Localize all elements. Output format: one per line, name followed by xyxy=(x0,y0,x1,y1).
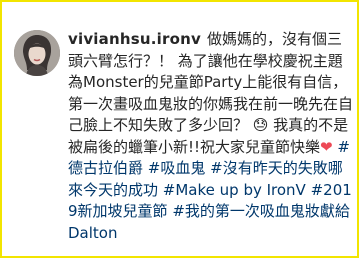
hashtag-link[interactable]: #Make up by IronV xyxy=(163,181,306,199)
avatar[interactable] xyxy=(14,30,60,76)
red-heart-icon: ❤ xyxy=(320,137,333,156)
caption-text: 做媽媽的，沒有個三頭六臂怎行？！ 為了讓他在學校慶祝主題為Monster的兒童節… xyxy=(68,30,354,156)
hashtag-link[interactable]: #吸血鬼 xyxy=(148,159,206,177)
avatar-portrait-icon xyxy=(14,30,60,76)
post-caption-card: vivianhsu.ironv 做媽媽的，沒有個三頭六臂怎行？！ 為了讓他在學校慶… xyxy=(0,0,359,258)
username-link[interactable]: vivianhsu.ironv xyxy=(68,30,201,48)
post-caption: vivianhsu.ironv 做媽媽的，沒有個三頭六臂怎行？！ 為了讓他在學校慶… xyxy=(68,29,354,244)
